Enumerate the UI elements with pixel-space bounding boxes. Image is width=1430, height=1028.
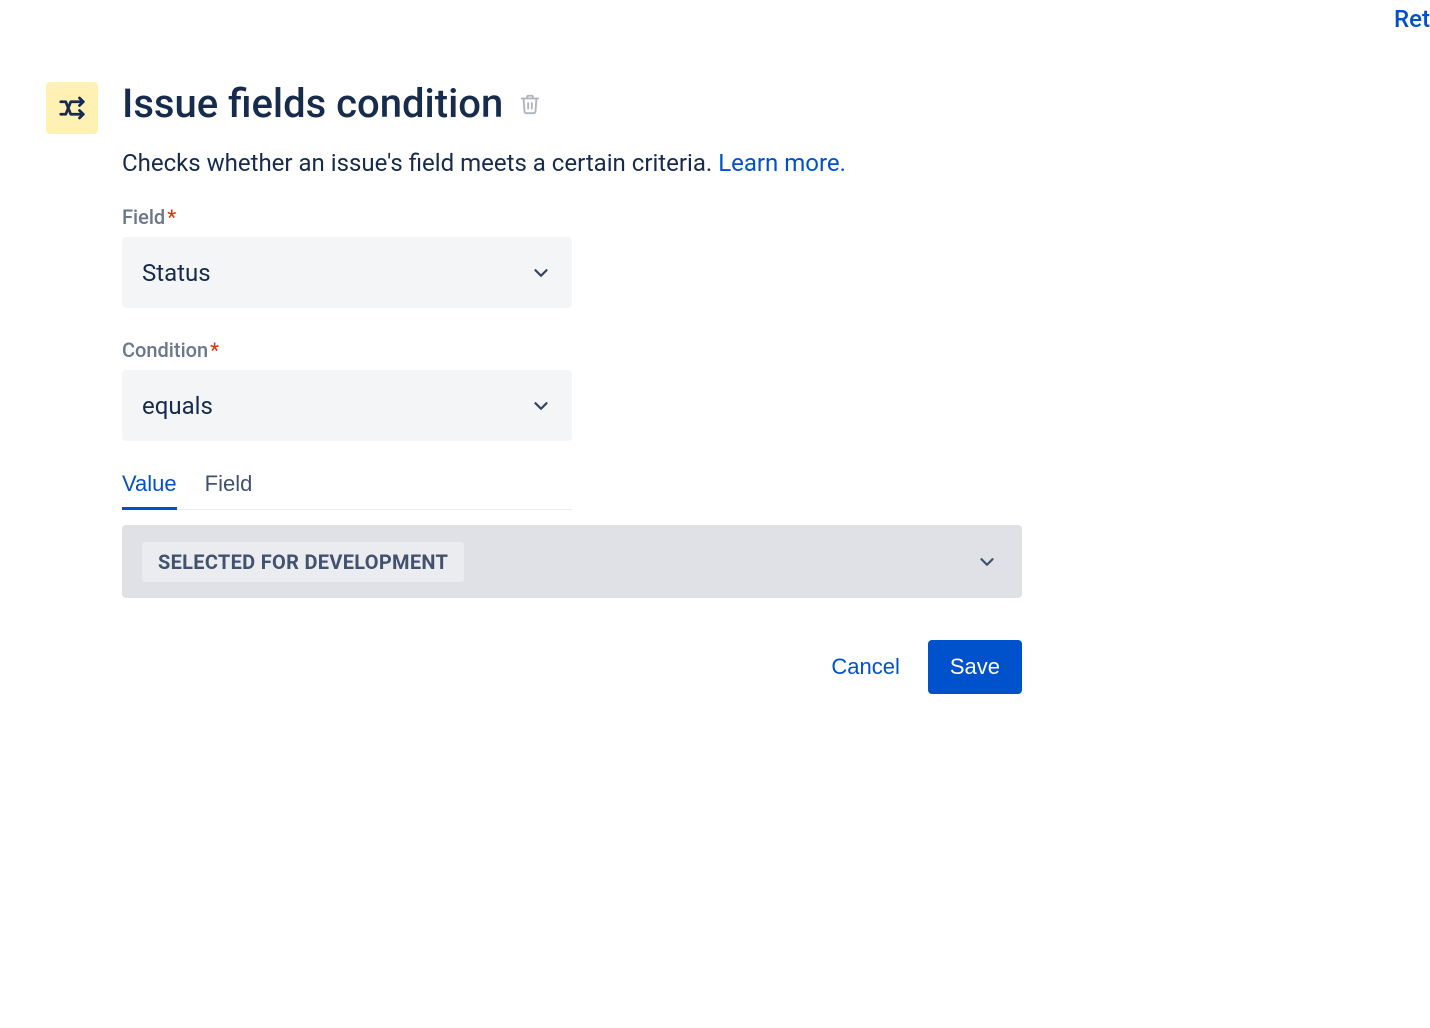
- field-label: Field*: [122, 205, 1384, 229]
- condition-select[interactable]: equals: [122, 370, 572, 441]
- condition-label-text: Condition: [122, 338, 208, 362]
- required-asterisk: *: [167, 205, 176, 229]
- condition-select-value: equals: [142, 392, 213, 420]
- description-text: Checks whether an issue's field meets a …: [122, 149, 718, 177]
- delete-button[interactable]: [515, 89, 545, 119]
- chevron-down-icon: [530, 395, 552, 417]
- value-select[interactable]: SELECTED FOR DEVELOPMENT: [122, 525, 1022, 598]
- page-title: Issue fields condition: [122, 80, 503, 127]
- description: Checks whether an issue's field meets a …: [122, 149, 1384, 177]
- field-select[interactable]: Status: [122, 237, 572, 308]
- tab-field[interactable]: Field: [205, 471, 253, 509]
- chevron-down-icon: [976, 551, 998, 573]
- field-select-value: Status: [142, 259, 211, 287]
- status-chip: SELECTED FOR DEVELOPMENT: [142, 542, 464, 582]
- condition-label: Condition*: [122, 338, 1384, 362]
- required-asterisk: *: [210, 338, 219, 362]
- trash-icon: [519, 93, 541, 115]
- field-label-text: Field: [122, 205, 165, 229]
- action-row: Cancel Save: [122, 640, 1022, 694]
- save-button[interactable]: Save: [928, 640, 1022, 694]
- tabs: Value Field: [122, 471, 572, 510]
- content-area: Issue fields condition Checks whether an…: [122, 80, 1384, 694]
- shuffle-icon: [46, 82, 98, 134]
- cancel-button[interactable]: Cancel: [809, 640, 921, 694]
- top-return-link[interactable]: Ret: [1394, 5, 1430, 33]
- learn-more-link[interactable]: Learn more.: [718, 149, 846, 177]
- chevron-down-icon: [530, 262, 552, 284]
- tab-value[interactable]: Value: [122, 471, 177, 509]
- panel: Issue fields condition Checks whether an…: [0, 0, 1430, 694]
